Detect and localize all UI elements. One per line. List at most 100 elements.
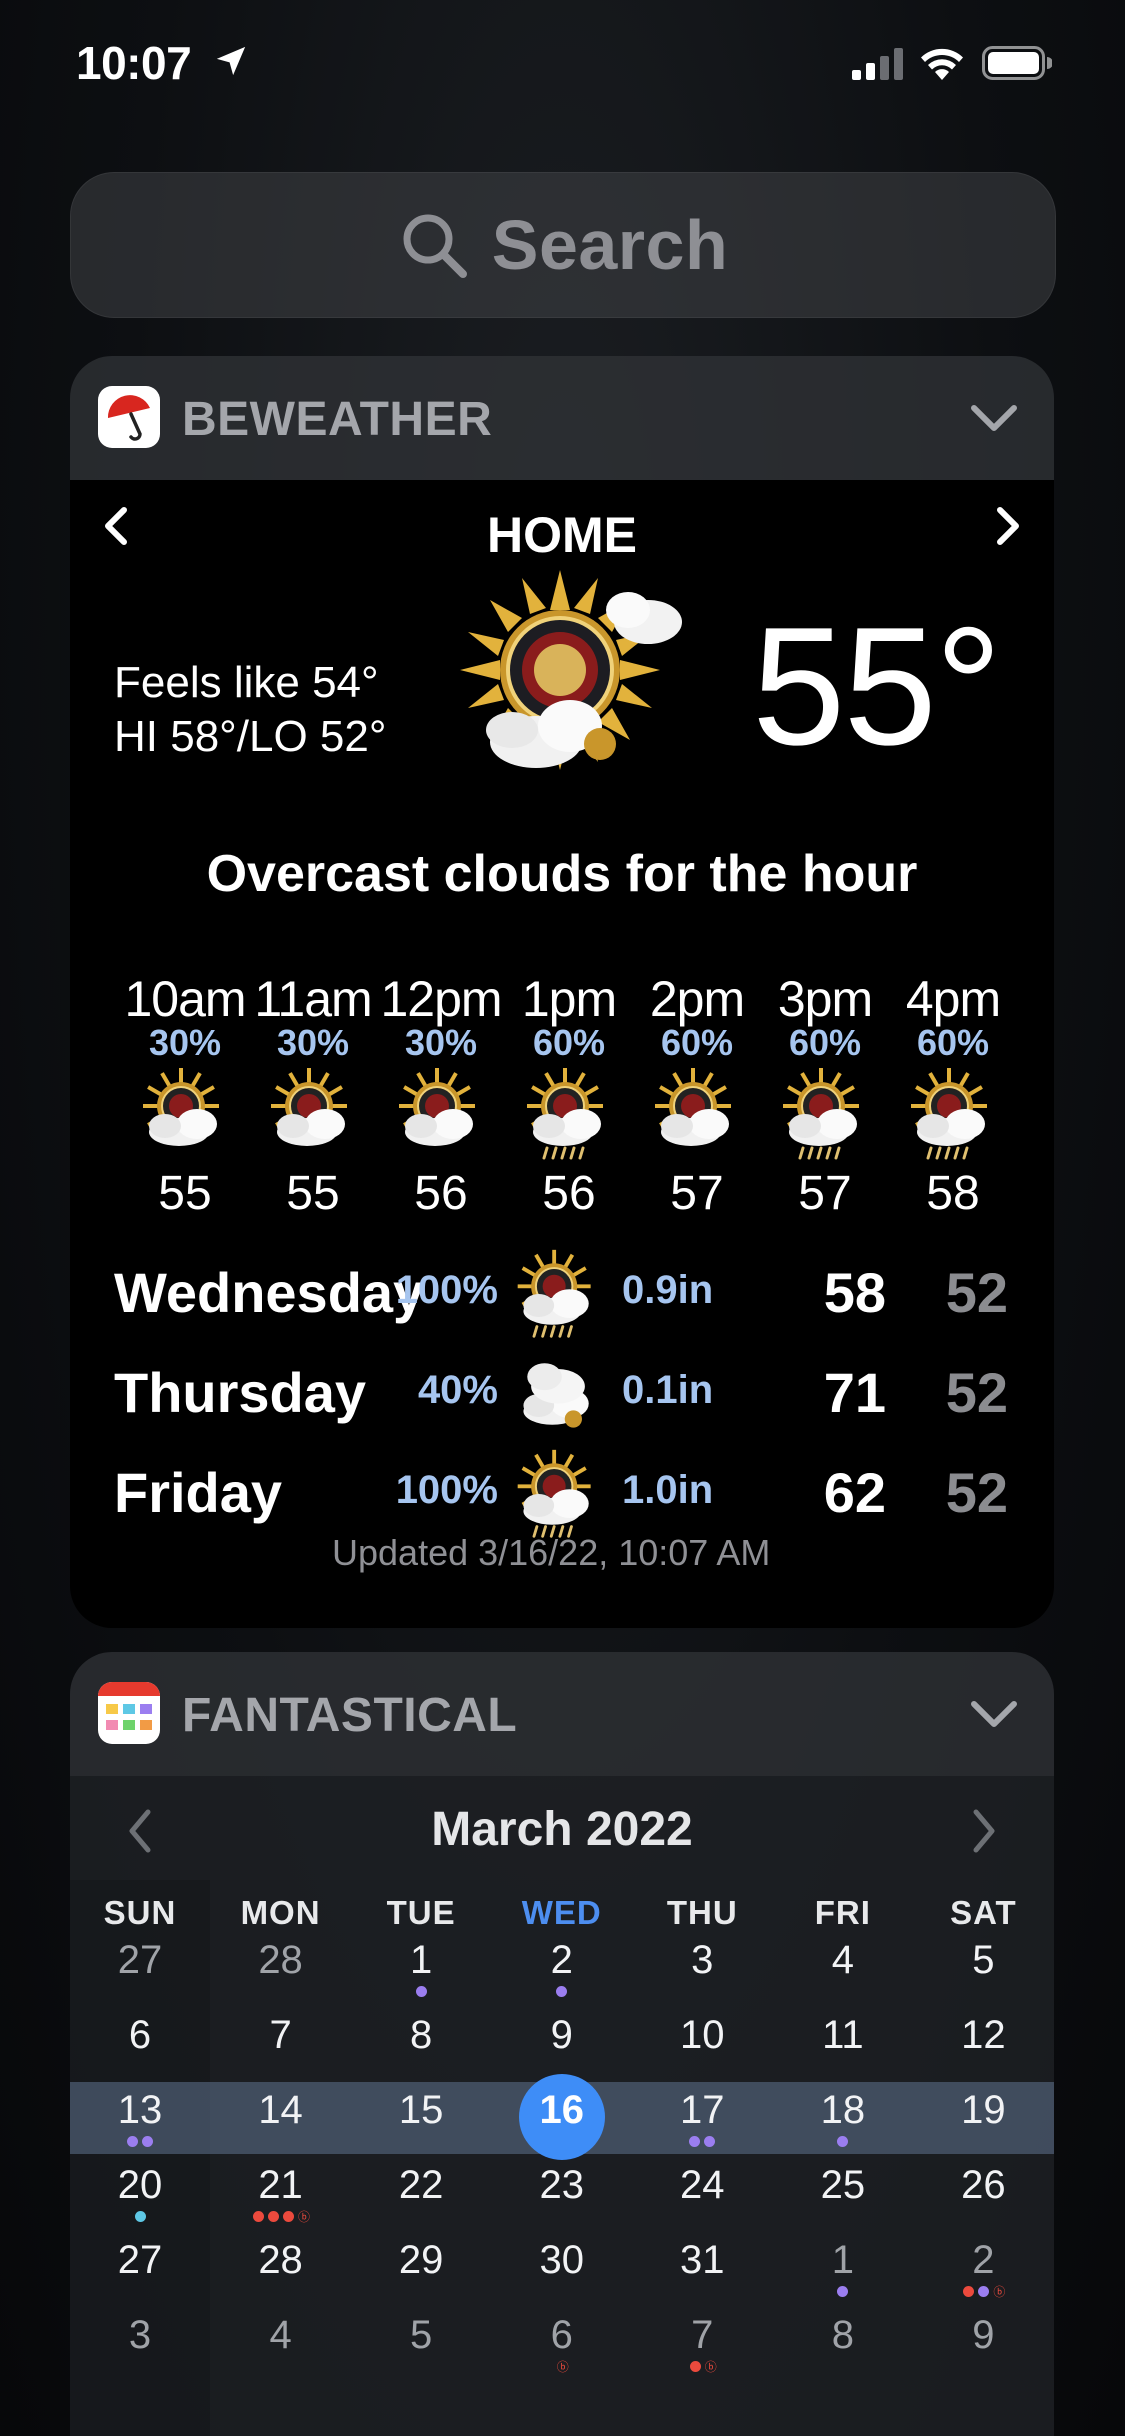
calendar-day[interactable]: 18 [773,2088,913,2133]
day-high-temp: 71 [823,1361,886,1424]
beweather-header[interactable]: BEWEATHER [70,356,1054,480]
day-precip-chance: 100% [395,1468,498,1512]
calendar-day[interactable]: 19 [913,2088,1053,2133]
hourly-item: 10am 30% 55 [120,970,250,1221]
calendar-day[interactable]: 9 [492,2013,632,2058]
event-dots: ⓑ [913,2286,1053,2300]
hour-precip-chance: 30% [404,1022,478,1063]
day-low-temp: 52 [945,1261,1008,1324]
sun-cloud-icon [271,1068,347,1146]
calendar-day[interactable]: 15 [351,2088,491,2133]
calendar-day[interactable]: 11 [773,2013,913,2058]
calendar-day[interactable]: 21 [211,2163,351,2208]
calendar-day[interactable]: 2 [913,2238,1053,2283]
calendar-day[interactable]: 10 [632,2013,772,2058]
calendar-day[interactable]: 8 [773,2313,913,2358]
event-dot [142,2136,153,2147]
calendar-day[interactable]: 17 [632,2088,772,2133]
calendar-day[interactable]: 7 [632,2313,772,2358]
fantastical-widget: FANTASTICAL March 2022 SUN MON TUE WED THU FR… [70,1652,1054,2436]
calendar-day[interactable]: 3 [632,1938,772,1983]
cloud-icon [523,1363,589,1428]
calendar-day[interactable]: 26 [913,2163,1053,2208]
calendar-day[interactable]: 27 [70,1938,210,1983]
chevron-down-icon[interactable] [970,1694,1018,1734]
calendar-day[interactable]: 3 [70,2313,210,2358]
daily-row: Wednesday 100% 0.9in 58 52 [70,1246,1054,1338]
calendar-day[interactable]: 22 [351,2163,491,2208]
weather-content: HOME Feels like 54° HI 58°/LO 52° 55° Ov… [70,480,1054,1628]
search-placeholder: Search [491,206,729,284]
calendar-day[interactable]: 20 [70,2163,210,2208]
calendar-day[interactable]: 30 [492,2238,632,2283]
event-dots [773,2286,913,2300]
fantastical-app-icon [98,1682,160,1744]
calendar-day[interactable]: 28 [211,2238,351,2283]
calendar-day[interactable]: 9 [913,2313,1053,2358]
calendar-day[interactable]: 6 [70,2013,210,2058]
hi-lo-text: HI 58°/LO 52° [114,712,387,761]
calendar-day[interactable]: 23 [492,2163,632,2208]
event-dot [978,2286,990,2297]
calendar-day[interactable]: 12 [913,2013,1053,2058]
hourly-item: 12pm 30% 56 [376,970,506,1221]
hour-precip-chance: 60% [532,1022,606,1063]
next-location-icon[interactable] [988,504,1028,548]
day-precip-amount: 1.0in [622,1468,714,1512]
calendar-day[interactable]: 5 [351,2313,491,2358]
chevron-down-icon[interactable] [970,398,1018,438]
cellular-signal-icon [852,48,903,80]
next-month-icon[interactable] [966,1806,1002,1856]
calendar-day[interactable]: 1 [351,1938,491,1983]
event-dots: ⓑ [211,2211,351,2225]
calendar-day[interactable]: 13 [70,2088,210,2133]
weekday-header: SUN [103,1894,177,1931]
calendar-day[interactable]: 5 [913,1938,1053,1983]
calendar-day[interactable]: 6 [492,2313,632,2358]
calendar-day[interactable]: 4 [773,1938,913,1983]
sun-cloud-emblem-icon [460,570,682,770]
sun-cloud-icon [655,1068,731,1146]
calendar-day[interactable]: 29 [351,2238,491,2283]
day-name: Thursday [114,1361,367,1424]
hour-temperature: 57 [798,1167,852,1220]
hour-label: 11am [254,971,372,1027]
calendar-day[interactable]: 1 [773,2238,913,2283]
hourly-item: 2pm 60% 57 [632,970,762,1221]
calendar-day[interactable]: 16 [492,2088,632,2133]
weekday-header: MON [240,1894,321,1931]
feels-like-block: Feels like 54° HI 58°/LO 52° [114,656,386,764]
daily-row: Friday 100% 1.0in 62 52 [70,1446,1054,1538]
calendar-day[interactable]: 4 [211,2313,351,2358]
calendar-day[interactable]: 8 [351,2013,491,2058]
battery-icon [982,46,1052,80]
hour-label: 2pm [649,971,745,1027]
hour-label: 10am [124,971,246,1027]
event-dots: ⓑ [492,2361,632,2375]
weekday-header: THU [666,1894,738,1931]
calendar-day[interactable]: 31 [632,2238,772,2283]
day-low-temp: 52 [945,1361,1008,1424]
birthday-icon: ⓑ [298,2210,311,2224]
calendar-day[interactable]: 14 [211,2088,351,2133]
wifi-icon [921,48,963,80]
rain-cloud-icon [783,1068,859,1160]
event-dot [963,2286,975,2297]
location-name: HOME [487,507,637,563]
search-bar[interactable]: Search [70,172,1056,318]
rain-cloud-icon [911,1068,987,1160]
calendar-day[interactable]: 28 [211,1938,351,1983]
day-high-temp: 62 [823,1461,886,1524]
calendar-day[interactable]: 24 [632,2163,772,2208]
calendar-day[interactable]: 25 [773,2163,913,2208]
calendar-day[interactable]: 27 [70,2238,210,2283]
fantastical-header[interactable]: FANTASTICAL [70,1652,1054,1776]
calendar-day[interactable]: 7 [211,2013,351,2058]
day-precip-chance: 100% [395,1268,498,1312]
hour-precip-chance: 60% [660,1022,734,1063]
rain-cloud-icon [527,1068,603,1160]
beweather-title: BEWEATHER [182,393,493,446]
calendar-day[interactable]: 2 [492,1938,632,1983]
beweather-widget: BEWEATHER HOME Feels like 54° HI 58°/LO … [70,356,1054,1628]
event-dot [837,2136,849,2147]
